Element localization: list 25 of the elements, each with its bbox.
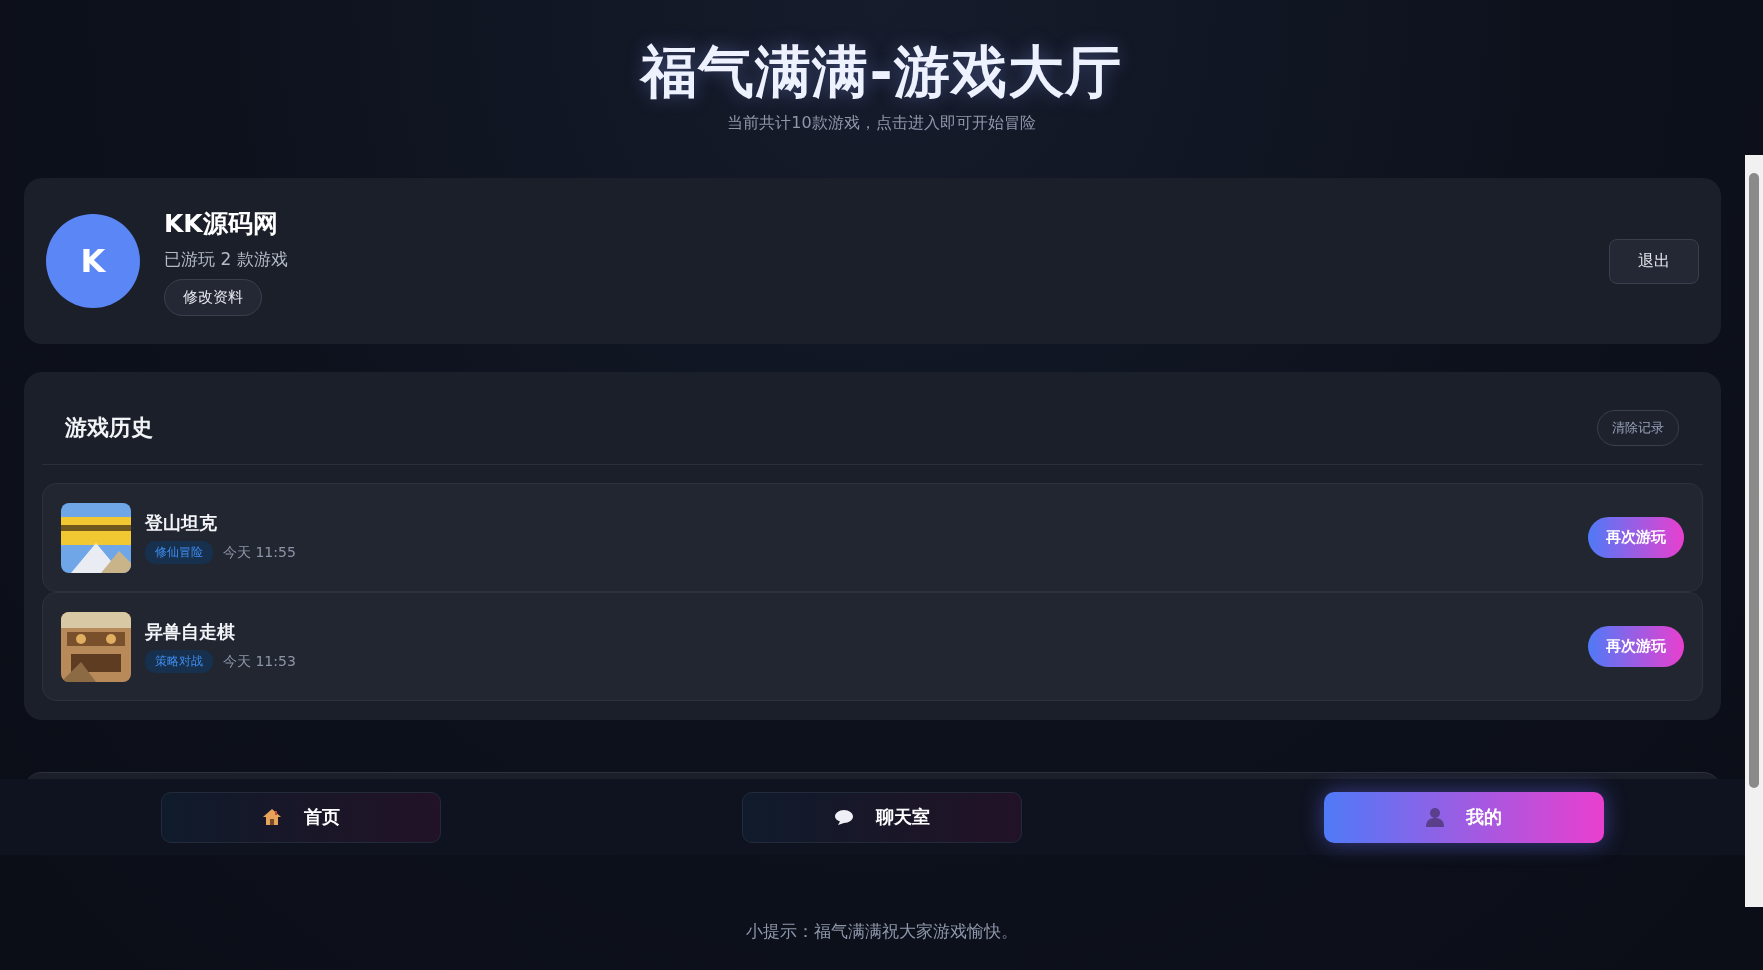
footer-tip: 小提示：福气满满祝大家游戏愉快。 xyxy=(744,920,1019,943)
person-icon xyxy=(1426,807,1445,827)
avatar: K xyxy=(46,214,140,308)
page-title: 福气满满-游戏大厅 xyxy=(641,38,1122,106)
nav-tab[interactable]: 聊天室 xyxy=(742,791,1023,843)
nav-tab[interactable]: 我的 xyxy=(1324,791,1605,843)
edit-profile-button[interactable]: 修改资料 xyxy=(164,278,262,316)
logout-button[interactable]: 退出 xyxy=(1609,238,1699,284)
play-again-button[interactable]: 再次游玩 xyxy=(1588,517,1684,558)
play-again-button[interactable]: 再次游玩 xyxy=(1588,626,1684,667)
game-tag: 修仙冒险 xyxy=(145,541,213,564)
game-tag: 策略对战 xyxy=(145,650,213,673)
play-time: 今天 11:55 xyxy=(223,543,296,562)
nav-tab[interactable]: 首页 xyxy=(160,791,441,843)
played-count: 已游玩 2 款游戏 xyxy=(164,247,288,271)
section-title: 游戏历史 xyxy=(65,414,153,442)
play-time: 今天 11:53 xyxy=(223,652,296,671)
user-name: KK源码网 xyxy=(164,207,278,240)
speech-bubble-icon xyxy=(834,808,855,826)
scrollbar[interactable] xyxy=(1745,155,1763,907)
page-subtitle: 当前共计10款游戏，点击进入即可开始冒险 xyxy=(727,113,1036,135)
game-name: 登山坦克 xyxy=(145,511,218,535)
house-icon xyxy=(261,807,282,827)
game-name: 异兽自走棋 xyxy=(145,620,236,644)
clear-history-button[interactable]: 清除记录 xyxy=(1597,410,1679,446)
